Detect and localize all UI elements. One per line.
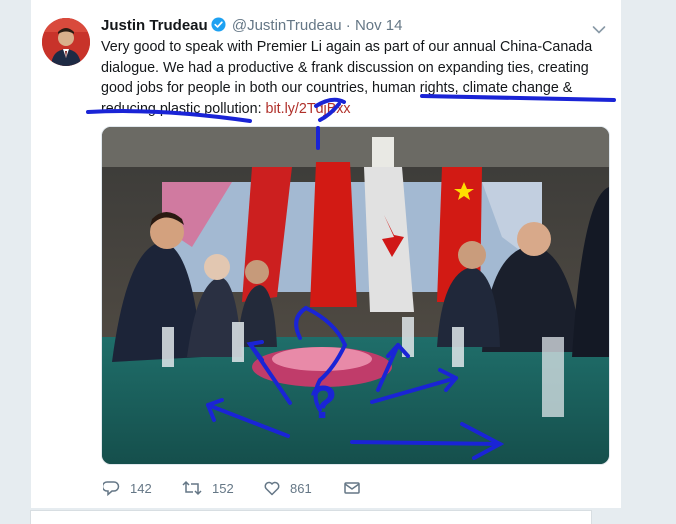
like-button[interactable]: 861 — [263, 478, 312, 498]
reply-button[interactable]: 142 — [103, 478, 152, 498]
tweet-text: Very good to speak with Premier Li again… — [101, 37, 613, 119]
author-name[interactable]: Justin Trudeau — [101, 17, 208, 34]
avatar[interactable] — [42, 18, 90, 66]
tweet-link[interactable]: bit.ly/2TdjBxx — [266, 101, 351, 117]
retweet-count: 152 — [212, 480, 234, 496]
header-separator: · — [345, 17, 351, 34]
avatar-image — [42, 18, 90, 66]
heart-icon — [263, 479, 281, 497]
author-handle[interactable]: @JustinTrudeau — [232, 17, 342, 34]
envelope-icon — [343, 479, 361, 497]
reply-count: 142 — [130, 480, 152, 496]
reply-icon — [103, 479, 121, 497]
verified-badge-icon — [211, 17, 226, 36]
tweet-photo[interactable] — [101, 126, 610, 465]
meeting-photo — [102, 127, 609, 464]
retweet-icon — [181, 479, 203, 497]
next-tweet-edge — [30, 510, 592, 524]
like-count: 861 — [290, 480, 312, 496]
retweet-button[interactable]: 152 — [181, 478, 234, 498]
tweet-date[interactable]: Nov 14 — [355, 17, 403, 34]
direct-message-button[interactable] — [343, 478, 361, 498]
tweet-header: Justin Trudeau @JustinTrudeau · Nov 14 — [101, 17, 402, 37]
